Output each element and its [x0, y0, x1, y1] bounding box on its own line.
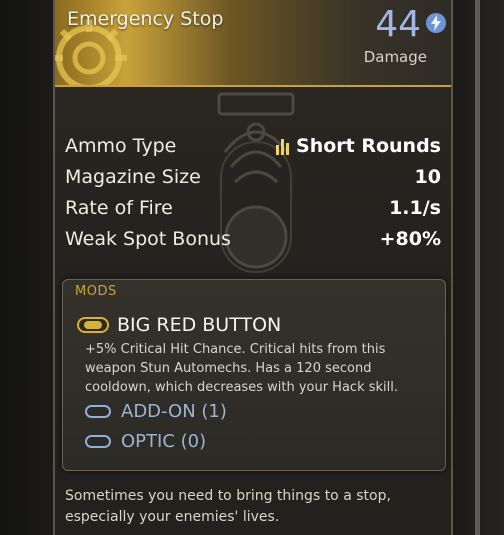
lightning-bolt-icon — [426, 13, 446, 33]
flavor-text: Sometimes you need to bring things to a … — [65, 488, 391, 525]
stat-row-rate-of-fire: Rate of Fire 1.1/s — [65, 192, 441, 223]
stat-value: 1.1/s — [389, 196, 441, 219]
mod-name: BIG RED BUTTON — [117, 314, 282, 336]
mod-chip-icon — [77, 317, 109, 333]
stat-value: Short Rounds — [276, 135, 441, 157]
stat-label: Magazine Size — [65, 165, 201, 188]
stat-row-ammo-type: Ammo Type Short Rounds — [65, 130, 441, 161]
stat-value: +80% — [379, 227, 441, 250]
slot-label: OPTIC (0) — [121, 431, 207, 452]
stat-label: Rate of Fire — [65, 196, 173, 219]
empty-slot-icon — [85, 435, 111, 448]
ammo-bullets-icon — [276, 138, 290, 155]
mods-heading: MODS — [75, 284, 117, 299]
installed-mod[interactable]: BIG RED BUTTON — [77, 314, 281, 336]
weapon-card: Emergency Stop 44 Damage Ammo Type Short… — [53, 0, 453, 535]
slot-label: ADD-ON (1) — [121, 401, 227, 422]
stat-row-magazine-size: Magazine Size 10 — [65, 161, 441, 192]
background-left — [0, 0, 53, 535]
stat-label: Ammo Type — [65, 134, 177, 157]
mod-slot-optic[interactable]: OPTIC (0) — [85, 431, 206, 452]
damage-label: Damage — [363, 48, 427, 66]
stat-value: 10 — [414, 165, 441, 188]
stats-list: Ammo Type Short Rounds Magazine Size 10 … — [65, 130, 441, 254]
mods-panel: MODS BIG RED BUTTON +5% Critical Hit Cha… — [62, 279, 446, 471]
background-right — [453, 0, 504, 535]
damage-value: 44 — [375, 4, 421, 45]
weapon-name: Emergency Stop — [67, 8, 224, 30]
mod-description: +5% Critical Hit Chance. Critical hits f… — [85, 342, 399, 395]
ammo-type-value: Short Rounds — [296, 134, 441, 157]
stat-row-weak-spot-bonus: Weak Spot Bonus +80% — [65, 223, 441, 254]
scrollbar[interactable] — [475, 0, 480, 535]
empty-slot-icon — [85, 405, 111, 418]
stat-label: Weak Spot Bonus — [65, 227, 231, 250]
card-header: Emergency Stop 44 Damage — [55, 0, 451, 87]
mod-slot-addon[interactable]: ADD-ON (1) — [85, 401, 227, 422]
